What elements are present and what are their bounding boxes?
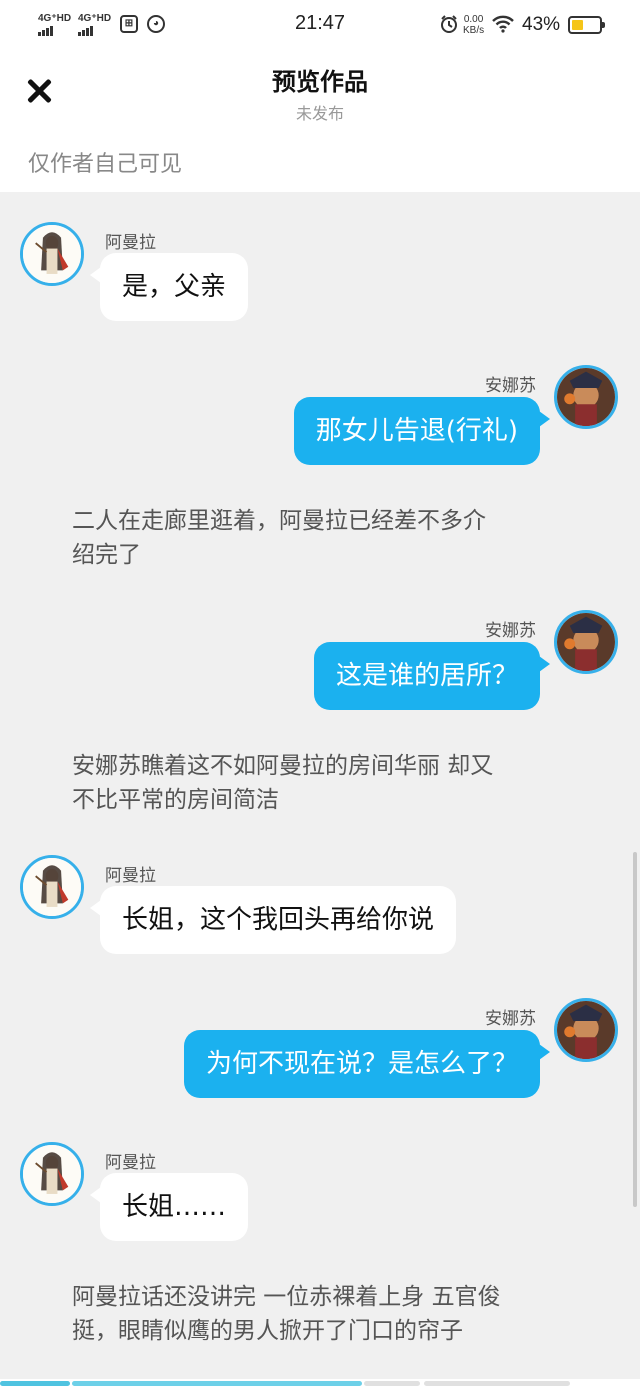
speed-unit: KB/s <box>463 25 485 36</box>
scrollbar[interactable] <box>633 852 637 1207</box>
battery-fill <box>572 20 583 30</box>
header: 预览作品 未发布 仅作者自己可见 <box>0 52 640 192</box>
progress-segment <box>0 1381 70 1386</box>
status-bar: 4G⁺HD 4G⁺HD ⊞ ◕ 21:47 0.00 KB/s 43% <box>0 0 640 52</box>
avatar-annasu[interactable] <box>554 998 618 1062</box>
message-bubble[interactable]: 这是谁的居所？ <box>313 642 551 710</box>
message-bubble[interactable]: 为何不现在说？是怎么了？ <box>183 1030 551 1098</box>
story-feed[interactable]: 阿曼拉 是，父亲 安娜苏 那女儿告退(行礼) 二人在走廊里逛着，阿曼拉已经差不多… <box>0 192 640 1387</box>
avatar-amanla[interactable] <box>20 222 84 286</box>
speed-value: 0.00 <box>463 14 484 25</box>
message-bubble[interactable]: 那女儿告退(行礼) <box>293 397 551 465</box>
reading-progress-bar <box>0 1379 640 1387</box>
progress-segment <box>364 1381 420 1386</box>
speaker-name: 阿曼拉 <box>105 866 156 886</box>
narration-text: 安娜苏瞧着这不如阿曼拉的房间华丽 却又 不比平常的房间简洁 <box>72 749 572 817</box>
wifi-icon <box>492 15 514 33</box>
battery-icon <box>568 16 605 34</box>
publish-status: 未发布 <box>295 104 344 123</box>
speaker-name: 安娜苏 <box>485 376 536 396</box>
narration-line: 二人在走廊里逛着，阿曼拉已经差不多介 <box>72 508 486 534</box>
speaker-name: 安娜苏 <box>485 621 536 641</box>
visibility-note: 仅作者自己可见 <box>28 152 183 177</box>
narration-line: 绍完了 <box>72 542 141 568</box>
speaker-name: 阿曼拉 <box>105 233 156 253</box>
narration-line: 不比平常的房间简洁 <box>72 787 279 813</box>
narration-line: 挺，眼睛似鹰的男人掀开了门口的帘子 <box>72 1318 463 1344</box>
progress-segment <box>72 1381 362 1386</box>
avatar-amanla[interactable] <box>20 855 84 919</box>
progress-segment <box>424 1381 570 1386</box>
network-speed: 0.00 KB/s <box>463 14 484 36</box>
page-title: 预览作品 <box>272 68 368 96</box>
speaker-name: 阿曼拉 <box>105 1153 156 1173</box>
avatar-annasu[interactable] <box>554 610 618 674</box>
narration-text: 阿曼拉话还没讲完 一位赤裸着上身 五官俊 挺，眼睛似鹰的男人掀开了门口的帘子 <box>72 1280 572 1348</box>
narration-text: 二人在走廊里逛着，阿曼拉已经差不多介 绍完了 <box>72 504 572 572</box>
avatar-amanla[interactable] <box>20 1142 84 1206</box>
speaker-name: 安娜苏 <box>485 1009 536 1029</box>
message-bubble[interactable]: 长姐，这个我回头再给你说 <box>89 886 457 954</box>
battery-percentage: 43% <box>522 14 561 35</box>
message-bubble[interactable]: 是，父亲 <box>89 253 249 321</box>
avatar-annasu[interactable] <box>554 365 618 429</box>
narration-line: 安娜苏瞧着这不如阿曼拉的房间华丽 却又 <box>72 753 494 779</box>
narration-line: 阿曼拉话还没讲完 一位赤裸着上身 五官俊 <box>72 1284 501 1310</box>
alarm-icon <box>440 15 458 33</box>
message-bubble[interactable]: 长姐…… <box>89 1173 249 1241</box>
